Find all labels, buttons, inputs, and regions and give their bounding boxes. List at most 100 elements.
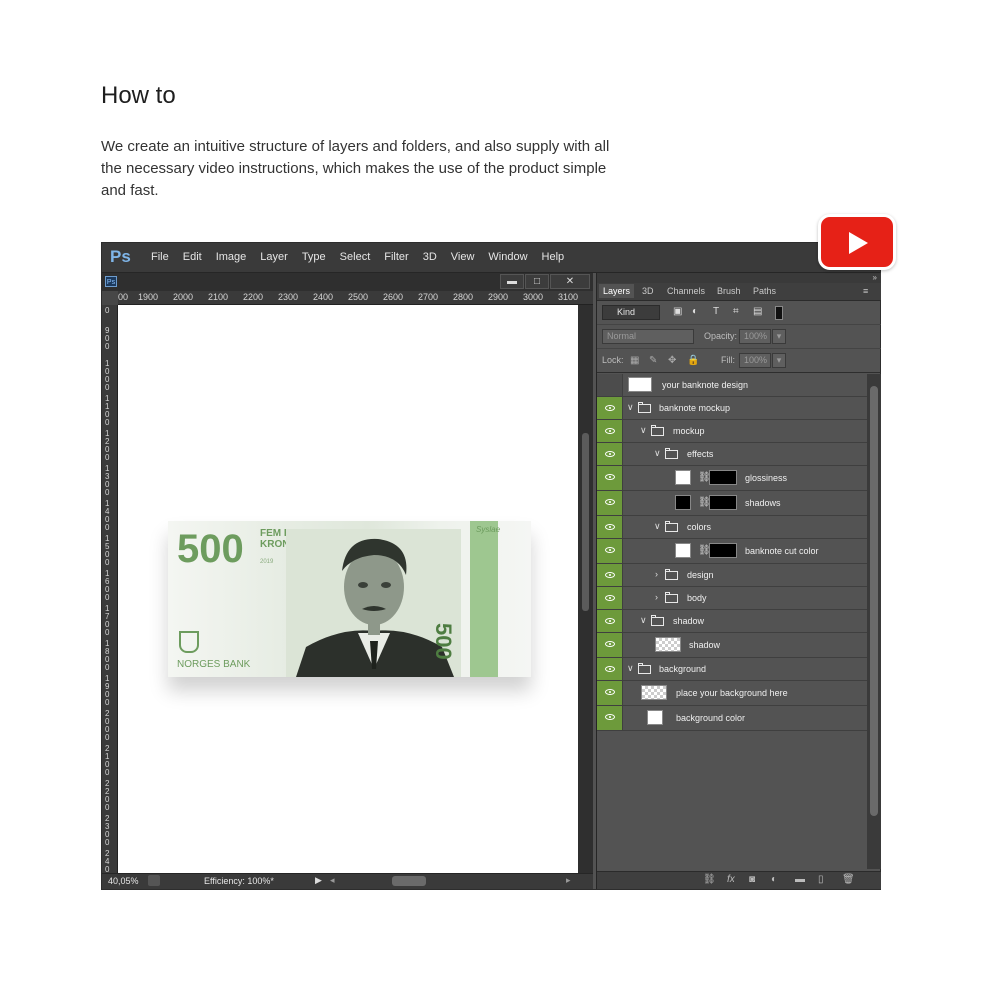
layer-banknote-mockup[interactable]: ∨ banknote mockup (597, 397, 867, 420)
layer-place-background[interactable]: place your background here (597, 681, 867, 706)
lock-move-icon[interactable]: ✥ (668, 355, 676, 366)
visibility-toggle[interactable] (597, 610, 623, 632)
scroll-thumb[interactable] (582, 433, 589, 611)
menu-3d[interactable]: 3D (416, 251, 444, 263)
trash-icon[interactable]: 🗑 (842, 874, 855, 885)
status-info-icon[interactable] (148, 875, 160, 886)
scroll-thumb[interactable] (870, 386, 878, 816)
banknote-emblem-icon (179, 631, 199, 653)
menu-view[interactable]: View (444, 251, 482, 263)
tab-layers[interactable]: Layers (599, 284, 635, 298)
document-canvas[interactable]: 500 FEM HUNDRE KRONER 2019 NORGES BANK (118, 305, 578, 875)
visibility-toggle[interactable] (597, 420, 623, 442)
lock-brush-icon[interactable]: ✎ (649, 355, 657, 366)
layers-scrollbar[interactable] (867, 374, 881, 869)
filter-adjustment-icon[interactable]: ◐ (692, 306, 698, 317)
chevron-down-icon[interactable]: ∨ (627, 402, 634, 413)
menu-select[interactable]: Select (333, 251, 378, 263)
lock-all-icon[interactable]: 🔒 (687, 355, 699, 366)
layer-shadow-folder[interactable]: ∨ shadow (597, 610, 867, 633)
visibility-toggle[interactable] (597, 443, 623, 465)
layer-mask-thumbnail[interactable] (709, 495, 737, 510)
menu-edit[interactable]: Edit (176, 251, 209, 263)
chevron-down-icon[interactable]: ∨ (654, 521, 661, 532)
layer-name: effects (687, 449, 714, 459)
close-button[interactable]: ✕ (550, 274, 590, 289)
opacity-input[interactable]: 100% (739, 329, 771, 344)
chevron-down-icon[interactable]: ∨ (640, 615, 647, 626)
chevron-right-icon[interactable]: › (655, 569, 658, 579)
scroll-left-icon[interactable]: ◂ (330, 875, 335, 886)
chevron-down-icon[interactable]: ∨ (654, 448, 661, 459)
fill-input[interactable]: 100% (739, 353, 771, 368)
layer-colors[interactable]: ∨ colors (597, 516, 867, 539)
menu-image[interactable]: Image (209, 251, 254, 263)
visibility-toggle[interactable] (597, 681, 623, 705)
visibility-toggle[interactable] (597, 706, 623, 730)
menu-window[interactable]: Window (481, 251, 534, 263)
chevron-down-icon[interactable]: ∨ (640, 425, 647, 436)
layer-background-folder[interactable]: ∨ background (597, 658, 867, 681)
layer-body[interactable]: › body (597, 587, 867, 610)
visibility-toggle[interactable] (597, 397, 623, 419)
scroll-right-icon[interactable]: ▸ (566, 875, 571, 886)
layer-background-color[interactable]: background color (597, 706, 867, 731)
status-arrow-icon[interactable]: ▶ (315, 875, 322, 886)
visibility-toggle[interactable] (597, 466, 623, 490)
tab-paths[interactable]: Paths (753, 286, 776, 296)
menu-file[interactable]: File (144, 251, 176, 263)
kind-filter-select[interactable]: Kind (602, 305, 660, 320)
minimize-button[interactable]: ▬ (500, 274, 524, 289)
layer-mask-thumbnail[interactable] (709, 543, 737, 558)
add-mask-icon[interactable]: ◙ (749, 874, 755, 885)
layer-shadows[interactable]: ⛓ shadows (597, 491, 867, 516)
panel-menu-icon[interactable]: ≡ (863, 286, 868, 296)
visibility-toggle[interactable] (597, 516, 623, 538)
new-layer-icon[interactable]: ▯ (818, 874, 824, 885)
ps-doc-icon: Ps (105, 276, 117, 287)
hscroll-thumb[interactable] (392, 876, 426, 886)
blend-mode-select[interactable]: Normal (602, 329, 694, 344)
layer-design[interactable]: › design (597, 564, 867, 587)
panel-collapse-icon[interactable]: » (597, 273, 881, 283)
layer-effects[interactable]: ∨ effects (597, 443, 867, 466)
visibility-toggle[interactable] (597, 564, 623, 586)
tab-3d[interactable]: 3D (642, 286, 654, 296)
menu-help[interactable]: Help (535, 251, 572, 263)
visibility-toggle[interactable] (597, 491, 623, 515)
layer-your-banknote-design[interactable]: your banknote design (597, 374, 867, 397)
filter-type-icon[interactable]: T (713, 306, 719, 317)
filter-shape-icon[interactable]: ⌗ (733, 306, 739, 317)
layer-glossiness[interactable]: ⛓ glossiness (597, 466, 867, 491)
visibility-toggle[interactable] (597, 587, 623, 609)
tab-brush[interactable]: Brush (717, 286, 741, 296)
filter-toggle[interactable] (775, 306, 783, 320)
visibility-toggle[interactable] (597, 374, 623, 396)
menu-filter[interactable]: Filter (377, 251, 415, 263)
menu-layer[interactable]: Layer (253, 251, 295, 263)
layer-mask-thumbnail[interactable] (709, 470, 737, 485)
visibility-toggle[interactable] (597, 658, 623, 680)
lock-transparency-icon[interactable]: ▦ (630, 355, 639, 366)
canvas-vertical-scrollbar[interactable] (578, 305, 593, 875)
layer-mockup[interactable]: ∨ mockup (597, 420, 867, 443)
fx-icon[interactable]: fx (727, 874, 735, 885)
filter-smart-icon[interactable]: ▤ (753, 306, 762, 317)
opacity-dropdown-icon[interactable]: ▾ (772, 329, 786, 344)
visibility-toggle[interactable] (597, 633, 623, 657)
tab-channels[interactable]: Channels (667, 286, 705, 296)
adjustment-layer-icon[interactable]: ◐ (771, 874, 777, 885)
chevron-right-icon[interactable]: › (655, 592, 658, 602)
fill-dropdown-icon[interactable]: ▾ (772, 353, 786, 368)
link-layers-icon[interactable]: ⛓ (703, 874, 716, 885)
layer-banknote-cut-color[interactable]: ⛓ banknote cut color (597, 539, 867, 564)
restore-button[interactable]: □ (525, 274, 549, 289)
youtube-play-button[interactable] (818, 214, 896, 270)
zoom-level[interactable]: 40,05% (108, 876, 139, 886)
layer-shadow[interactable]: shadow (597, 633, 867, 658)
new-group-icon[interactable]: ▬ (795, 874, 805, 885)
chevron-down-icon[interactable]: ∨ (627, 663, 634, 674)
filter-pixel-icon[interactable]: ▣ (673, 306, 682, 317)
visibility-toggle[interactable] (597, 539, 623, 563)
menu-type[interactable]: Type (295, 251, 333, 263)
